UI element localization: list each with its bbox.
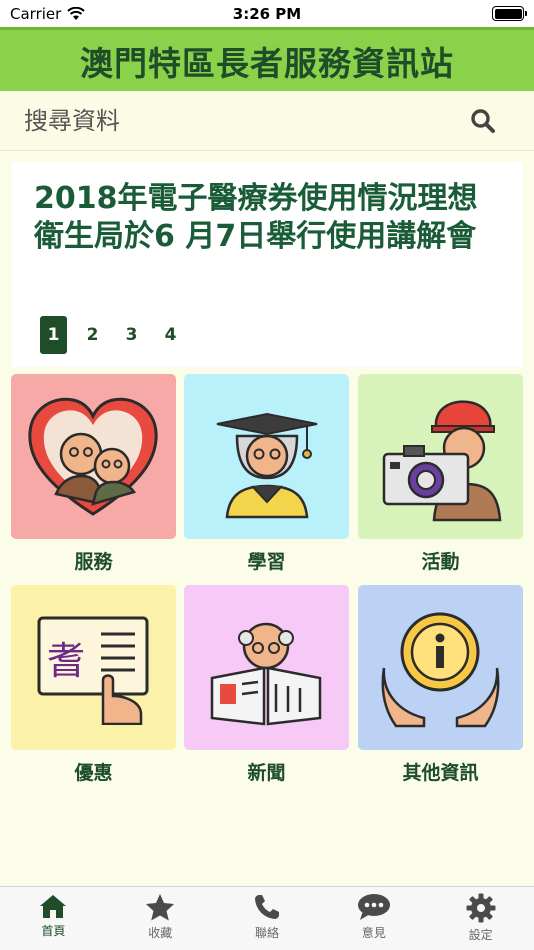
tab-favorites[interactable]: 收藏 bbox=[107, 887, 214, 950]
star-icon bbox=[146, 894, 175, 921]
elderly-photographer-icon bbox=[382, 399, 501, 521]
news-tile[interactable] bbox=[184, 585, 349, 750]
elderly-couple-heart-icon bbox=[28, 397, 158, 516]
status-left: Carrier bbox=[10, 4, 86, 23]
news-pager: 1 2 3 4 bbox=[40, 316, 184, 354]
tab-home[interactable]: 首頁 bbox=[0, 887, 107, 950]
carrier-label: Carrier bbox=[10, 4, 62, 23]
app-title: 澳門特區長者服務資訊站 bbox=[80, 43, 454, 83]
battery-icon bbox=[492, 6, 527, 21]
phone-icon bbox=[254, 895, 279, 919]
services-tile[interactable] bbox=[11, 374, 176, 539]
news-card[interactable]: 2018年電子醫療券使用情況理想 衛生局於6 月7日舉行使用講解會 1 2 3 … bbox=[12, 162, 523, 367]
senior-card-icon: 耆 bbox=[37, 616, 149, 725]
page-button-4[interactable]: 4 bbox=[157, 316, 184, 354]
tab-feedback[interactable]: 意見 bbox=[320, 887, 427, 950]
tab-settings[interactable]: 設定 bbox=[427, 887, 534, 950]
tab-home-label: 首頁 bbox=[41, 924, 66, 938]
app-header: 澳門特區長者服務資訊站 bbox=[0, 27, 534, 91]
other-info-label[interactable]: 其他資訊 bbox=[358, 758, 523, 785]
home-icon bbox=[40, 895, 67, 918]
activities-label[interactable]: 活動 bbox=[358, 547, 523, 574]
tab-contact[interactable]: 聯絡 bbox=[214, 887, 321, 950]
svg-text:耆: 耆 bbox=[47, 639, 85, 683]
elderly-graduate-icon bbox=[216, 412, 317, 519]
news-label[interactable]: 新聞 bbox=[184, 758, 349, 785]
chat-bubble-icon bbox=[357, 894, 390, 920]
learning-label[interactable]: 學習 bbox=[184, 547, 349, 574]
info-hands-icon bbox=[381, 612, 500, 727]
news-title[interactable]: 2018年電子醫療券使用情況理想 衛生局於6 月7日舉行使用講解會 bbox=[34, 180, 501, 256]
tab-settings-label: 設定 bbox=[468, 928, 493, 942]
gear-icon bbox=[466, 893, 496, 923]
activities-tile[interactable] bbox=[358, 374, 523, 539]
offers-label[interactable]: 優惠 bbox=[11, 758, 176, 785]
page-button-3[interactable]: 3 bbox=[118, 316, 145, 354]
search-input[interactable] bbox=[24, 106, 404, 135]
services-label[interactable]: 服務 bbox=[11, 547, 176, 574]
elderly-reading-newspaper-icon bbox=[210, 622, 322, 725]
other-info-tile[interactable] bbox=[358, 585, 523, 750]
tab-contact-label: 聯絡 bbox=[254, 926, 279, 940]
tab-feedback-label: 意見 bbox=[361, 926, 386, 940]
page-button-1[interactable]: 1 bbox=[40, 316, 67, 354]
wifi-icon bbox=[67, 6, 86, 20]
page-button-2[interactable]: 2 bbox=[79, 316, 106, 354]
offers-tile[interactable]: 耆 bbox=[11, 585, 176, 750]
search-bar bbox=[0, 91, 534, 151]
learning-tile[interactable] bbox=[184, 374, 349, 539]
status-bar: Carrier 3:26 PM bbox=[0, 0, 534, 27]
tab-favorites-label: 收藏 bbox=[148, 926, 173, 940]
search-icon[interactable] bbox=[470, 108, 496, 134]
tab-bar: 首頁 收藏 聯絡 意見 設定 bbox=[0, 886, 534, 950]
